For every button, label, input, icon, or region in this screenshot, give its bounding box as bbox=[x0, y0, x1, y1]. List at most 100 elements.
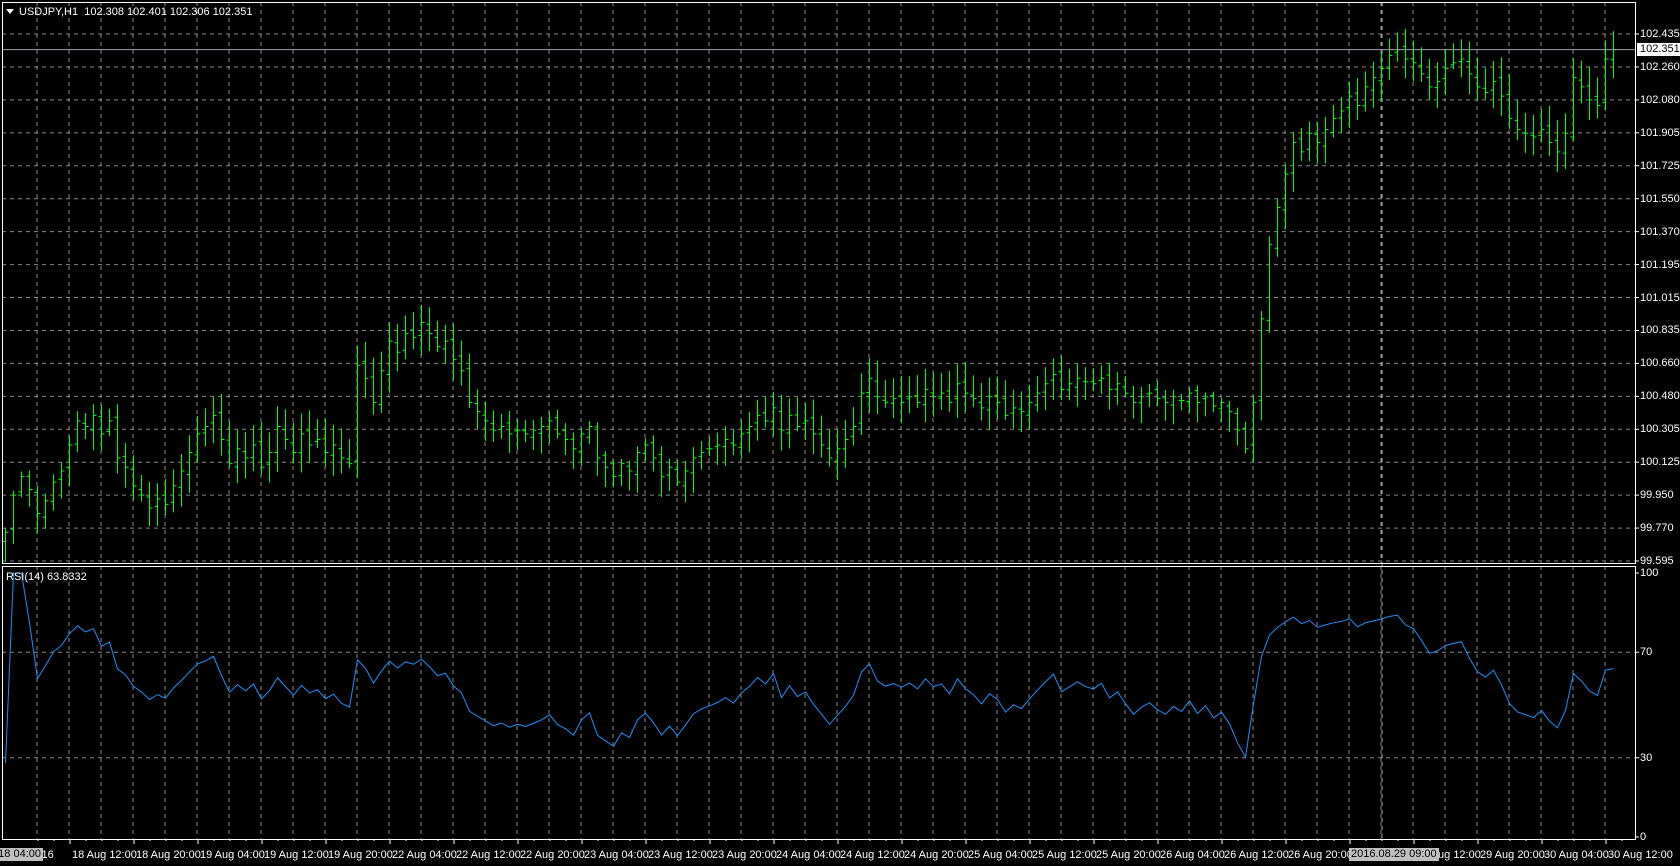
ohlc-bar bbox=[1122, 375, 1129, 397]
ohlc-bar bbox=[890, 378, 897, 419]
ohlc-bar bbox=[426, 307, 433, 351]
ohlc-bar bbox=[874, 360, 881, 415]
ohlc-bar bbox=[2, 528, 9, 562]
ohlc-bar bbox=[1610, 31, 1617, 79]
time-axis-label: 23 Aug 04:00 bbox=[584, 849, 649, 861]
ohlc-bar bbox=[850, 406, 857, 446]
ohlc-bar bbox=[954, 363, 961, 418]
time-axis-label: 26 Aug 20:00 bbox=[1288, 849, 1353, 861]
ohlc-bar bbox=[730, 429, 737, 455]
ohlc-bar bbox=[1330, 105, 1337, 138]
price-axis-label: 100.305 bbox=[1640, 423, 1680, 436]
ohlc-bar bbox=[1050, 358, 1057, 400]
ohlc-bar bbox=[706, 436, 713, 457]
time-axis-label: 22 Aug 12:00 bbox=[456, 849, 521, 861]
ohlc-bar bbox=[1522, 112, 1529, 153]
ohlc-bar bbox=[34, 486, 41, 534]
price-axis-label: 101.550 bbox=[1640, 192, 1680, 205]
ohlc-bar bbox=[1362, 71, 1369, 112]
ohlc-bar bbox=[1146, 383, 1153, 408]
ohlc-bar bbox=[346, 438, 353, 469]
time-axis-label: 24 Aug 12:00 bbox=[840, 849, 905, 861]
rsi-axis-label: 70 bbox=[1640, 646, 1653, 659]
ohlc-bar bbox=[194, 416, 201, 463]
ohlc-bar bbox=[1418, 47, 1425, 82]
price-axis-label: 101.370 bbox=[1640, 225, 1680, 238]
ohlc-bar bbox=[1210, 391, 1217, 413]
left-time-highlight: 2016.08.18 04:00 bbox=[0, 848, 43, 861]
ohlc-bar bbox=[482, 401, 489, 441]
ohlc-bar bbox=[210, 396, 217, 444]
ohlc-bar bbox=[594, 422, 601, 476]
time-axis-label: 25 Aug 12:00 bbox=[1032, 849, 1097, 861]
ohlc-bar bbox=[810, 399, 817, 455]
ohlc-bar bbox=[1442, 49, 1449, 96]
dropdown-triangle-icon[interactable] bbox=[6, 9, 14, 14]
ohlc-bar bbox=[106, 408, 113, 437]
ohlc-bar bbox=[1114, 372, 1121, 406]
ohlc-bar bbox=[1234, 407, 1241, 446]
ohlc-bar bbox=[738, 419, 745, 459]
ohlc-bar bbox=[74, 411, 81, 453]
ohlc-bar bbox=[938, 372, 945, 410]
ohlc-bar bbox=[362, 341, 369, 399]
rsi-pane-frame bbox=[2, 566, 1636, 840]
ohlc-bar bbox=[1546, 105, 1553, 157]
ohlc-bar bbox=[1450, 43, 1457, 70]
time-axis-label: 26 Aug 04:00 bbox=[1160, 849, 1225, 861]
ohlc-bar bbox=[1130, 385, 1137, 419]
time-axis-label: 22 Aug 04:00 bbox=[392, 849, 457, 861]
chart-title: USDJPY,H1 102.308 102.401 102.306 102.35… bbox=[6, 6, 252, 18]
ohlc-bar bbox=[378, 351, 385, 414]
ohlc-bar bbox=[202, 408, 209, 447]
ohlc-bar bbox=[554, 409, 561, 439]
ohlc-bar bbox=[1042, 367, 1049, 411]
ohlc-bar bbox=[858, 373, 865, 436]
ohlc-bar bbox=[386, 322, 393, 394]
ohlc-bar bbox=[514, 418, 521, 450]
ohlc-bar bbox=[1482, 68, 1489, 100]
ohlc-bar bbox=[1338, 97, 1345, 133]
ohlc-bar bbox=[290, 422, 297, 464]
time-axis-label: 30 Aug 12:00 bbox=[1608, 849, 1673, 861]
ohlc-bar bbox=[1170, 389, 1177, 425]
ohlc-bar bbox=[1018, 391, 1025, 432]
ohlc-bar bbox=[1250, 395, 1257, 462]
ohlc-bar bbox=[42, 493, 49, 529]
ohlc-bar bbox=[842, 420, 849, 468]
ohlc-bar bbox=[906, 376, 913, 414]
time-axis-label: 25 Aug 20:00 bbox=[1096, 849, 1161, 861]
ohlc-bar bbox=[546, 412, 553, 444]
ohlc-bar bbox=[1346, 81, 1353, 128]
ohlc-bar bbox=[658, 446, 665, 497]
time-axis-label: 26 Aug 12:00 bbox=[1224, 849, 1289, 861]
time-axis-label: 19 Aug 20:00 bbox=[328, 849, 393, 861]
ohlc-bar bbox=[1154, 381, 1161, 407]
time-axis-label: 19 Aug 12:00 bbox=[264, 849, 329, 861]
ohlc-bar bbox=[1562, 113, 1569, 170]
price-axis-label: 99.595 bbox=[1640, 555, 1674, 567]
time-axis-label: 30 Aug 04:00 bbox=[1544, 849, 1609, 861]
ohlc-bar bbox=[1098, 365, 1105, 395]
ohlc-bar bbox=[466, 353, 473, 409]
ohlc-bar bbox=[306, 410, 313, 463]
time-axis-label: 18 Aug 20:00 bbox=[136, 849, 201, 861]
ohlc-bar bbox=[1402, 28, 1409, 79]
current-price-label: 102.351 bbox=[1637, 43, 1680, 56]
ohlc-bar bbox=[978, 383, 985, 421]
ohlc-bar bbox=[1186, 387, 1193, 413]
time-axis-label: 23 Aug 20:00 bbox=[712, 849, 777, 861]
price-axis-label: 100.480 bbox=[1640, 390, 1680, 403]
ohlc-bar bbox=[1034, 376, 1041, 412]
ohlc-bar bbox=[1378, 51, 1385, 101]
ohlc-bar bbox=[82, 412, 89, 440]
ohlc-bar bbox=[1386, 38, 1393, 80]
rsi-line bbox=[5, 572, 1614, 764]
chart-canvas[interactable] bbox=[0, 0, 1680, 866]
ohlc-bar bbox=[986, 377, 993, 431]
ohlc-bar bbox=[642, 438, 649, 461]
ohlc-bar bbox=[1530, 114, 1537, 156]
ohlc-bar bbox=[650, 435, 657, 472]
time-axis-label: 24 Aug 20:00 bbox=[904, 849, 969, 861]
ohlc-bar bbox=[506, 410, 513, 454]
